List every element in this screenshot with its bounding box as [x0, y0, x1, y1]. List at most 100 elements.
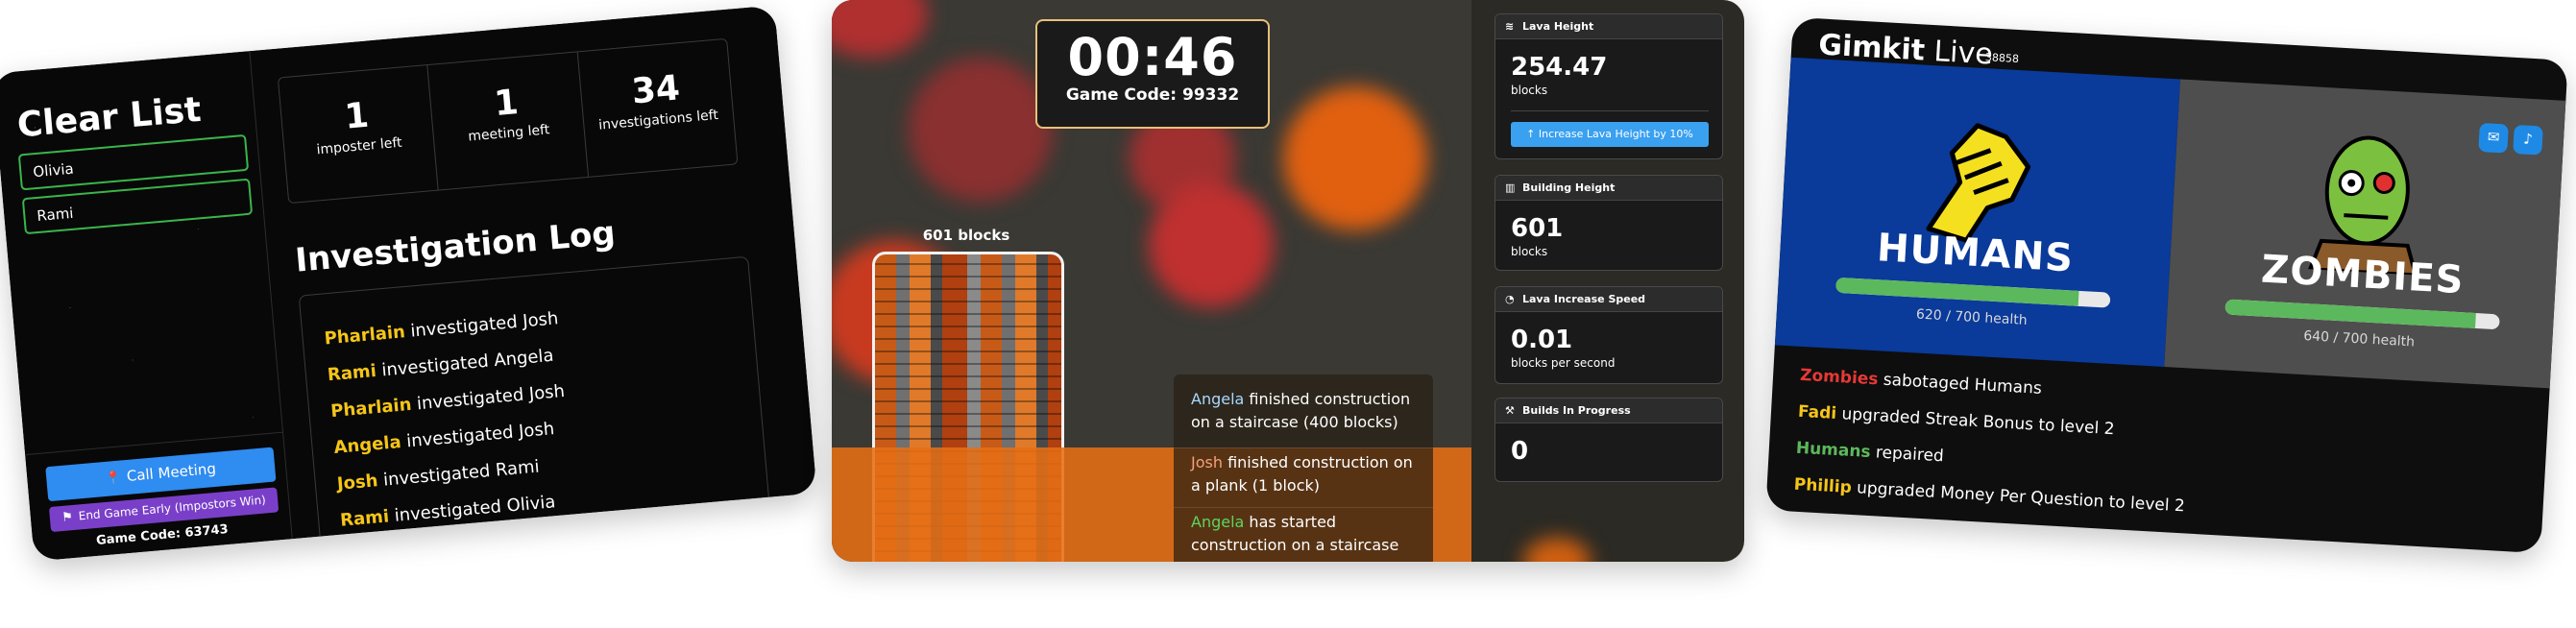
stat-meetings: 1 meeting left [427, 52, 589, 190]
log-text: investigated Josh [403, 308, 560, 343]
sound-button[interactable]: ♪ [2513, 124, 2543, 156]
call-meeting-label: Call Meeting [126, 459, 217, 485]
humans-health-fill [1835, 277, 2079, 306]
log-entry: Josh investigated Rami [336, 457, 540, 495]
log-text: investigated Rami [377, 456, 541, 492]
lava-speed-unit: blocks per second [1511, 356, 1616, 370]
arrow-up-icon: ↑ [1526, 128, 1539, 140]
log-text: investigated Josh [400, 419, 556, 452]
feed-item: Angela has started construction on a sta… [1191, 511, 1422, 557]
lava-bubble [1523, 538, 1591, 562]
feed-player: Angela [1191, 513, 1245, 531]
chat-button[interactable]: ✉ [2478, 122, 2509, 154]
log-player: Josh [336, 471, 379, 495]
activity-log-item: Humans repaired [1795, 439, 1944, 467]
zombies-team-name: ZOMBIES [2260, 247, 2466, 303]
log-player: Pharlain [323, 322, 406, 350]
builds-value: 0 [1511, 437, 1529, 466]
log-text: investigated Olivia [388, 492, 557, 527]
log-entry: Angela investigated Josh [333, 419, 555, 458]
lava-bubble [1283, 86, 1427, 230]
log-text: upgraded Money Per Question to level 2 [1851, 478, 2186, 517]
zombies-health-bar [2224, 299, 2500, 330]
panel-header: ≋ Lava Height [1495, 14, 1722, 39]
log-text: upgraded Streak Bonus to level 2 [1835, 404, 2115, 440]
gauge-icon: ◔ [1505, 293, 1515, 305]
feed-item: Angela finished construction on a stairc… [1191, 388, 1422, 434]
panel-title: Lava Increase Speed [1522, 293, 1646, 305]
humans-health-bar [1835, 277, 2111, 308]
investigation-game-panel: Clear List Olivia Rami 📍 Call Meeting ⚑ En… [0, 5, 817, 562]
lava-game-panel: 00:46 Game Code: 99332 601 blocks Angela… [832, 0, 1744, 562]
log-player: Rami [339, 506, 390, 531]
log-entry: Pharlain investigated Josh [329, 381, 565, 422]
activity-log-item: Zombies sabotaged Humans [1800, 366, 2043, 399]
feed-player: Josh [1191, 453, 1223, 471]
feed-item: Josh finished construction on a plank (1… [1191, 451, 1422, 497]
speaker-icon: ♪ [2522, 130, 2534, 149]
flag-icon: ⚑ [61, 510, 74, 525]
sidebar: Clear List Olivia Rami 📍 Call Meeting ⚑ En… [0, 51, 293, 562]
panel-header: ▥ Building Height [1495, 176, 1722, 201]
log-entry: Pharlain investigated Josh [324, 308, 559, 349]
feed-player: Angela [1191, 390, 1245, 408]
log-text: investigated Angela [375, 345, 555, 381]
chat-icon: ✉ [2487, 128, 2500, 147]
end-game-label: End Game Early (Impostors Win) [78, 493, 267, 523]
stats-row: 1 imposter left 1 meeting left 34 investiga… [277, 37, 739, 205]
feed-divider [1174, 507, 1433, 508]
building-height-value: 601 [1511, 214, 1564, 243]
wave-icon: ≋ [1505, 20, 1515, 33]
gimkit-live-panel: Gimkit Live 38858 HUMANS 620 / 700 healt… [1765, 16, 2568, 554]
game-view: 00:46 Game Code: 99332 601 blocks Angela… [832, 0, 1471, 562]
investigation-log-title: Investigation Log [293, 213, 618, 280]
panel-title: Building Height [1522, 181, 1616, 194]
log-player: Rami [327, 360, 377, 386]
hammer-icon: ⚒ [1505, 404, 1515, 417]
zombies-team-panel: ZOMBIES 640 / 700 health ✉ ♪ [2164, 79, 2566, 389]
log-actor: Fadi [1797, 401, 1837, 423]
panel-header: ⚒ Builds In Progress [1495, 399, 1722, 423]
humans-team-panel: HUMANS 620 / 700 health [1774, 57, 2180, 367]
pin-icon: 📍 [105, 471, 122, 487]
humans-team-name: HUMANS [1875, 226, 2076, 281]
building-height-panel: ▥ Building Height 601 blocks [1495, 175, 1723, 271]
lava-bubble [909, 58, 1053, 202]
lava-bubble [1149, 182, 1274, 307]
tower-height-label: 601 blocks [922, 227, 1010, 244]
clear-list-title: Clear List [15, 89, 203, 146]
builds-panel: ⚒ Builds In Progress 0 [1495, 398, 1723, 482]
sidebar-actions: 📍 Call Meeting ⚑ End Game Early (Impostors… [25, 431, 293, 562]
building-height-unit: blocks [1511, 245, 1548, 258]
lava-height-unit: blocks [1511, 84, 1548, 97]
divider [1511, 110, 1709, 111]
log-player: Angela [332, 431, 402, 459]
log-text: sabotaged Humans [1877, 370, 2043, 399]
game-code: Game Code: 99332 [1065, 85, 1240, 105]
increase-lava-label: Increase Lava Height by 10% [1538, 128, 1693, 140]
log-text: repaired [1869, 443, 1945, 467]
activity-feed: Angela finished construction on a stairc… [1174, 374, 1433, 562]
investigation-log: Pharlain investigated Josh Rami investig… [298, 255, 771, 554]
panel-header: ◔ Lava Increase Speed [1495, 287, 1722, 312]
lava-height-value: 254.47 [1511, 53, 1608, 82]
log-actor: Humans [1795, 438, 1872, 463]
increase-lava-button[interactable]: ↑ Increase Lava Height by 10% [1511, 122, 1709, 147]
log-actor: Phillip [1793, 474, 1853, 497]
building-icon: ▥ [1505, 181, 1516, 194]
panel-title: Lava Height [1522, 20, 1594, 33]
log-text: investigated Josh [410, 380, 566, 415]
log-entry: Rami investigated Angela [327, 346, 554, 386]
stat-imposters: 1 imposter left [278, 64, 439, 204]
feed-text: finished construction on a plank (1 bloc… [1191, 453, 1413, 495]
timer-box: 00:46 Game Code: 99332 [1035, 19, 1270, 129]
timer: 00:46 [1067, 27, 1238, 87]
lava-speed-panel: ◔ Lava Increase Speed 0.01 blocks per sec… [1495, 286, 1723, 384]
stat-investigations: 34 investigations left [577, 39, 737, 177]
game-code: 38858 [1984, 51, 2020, 66]
lava-speed-value: 0.01 [1511, 326, 1573, 354]
log-entry: Rami investigated Olivia [339, 492, 556, 531]
activity-log-item: Phillip upgraded Money Per Question to l… [1793, 475, 2185, 517]
log-player: Pharlain [329, 394, 413, 423]
activity-log-item: Fadi upgraded Streak Bonus to level 2 [1797, 402, 2114, 439]
